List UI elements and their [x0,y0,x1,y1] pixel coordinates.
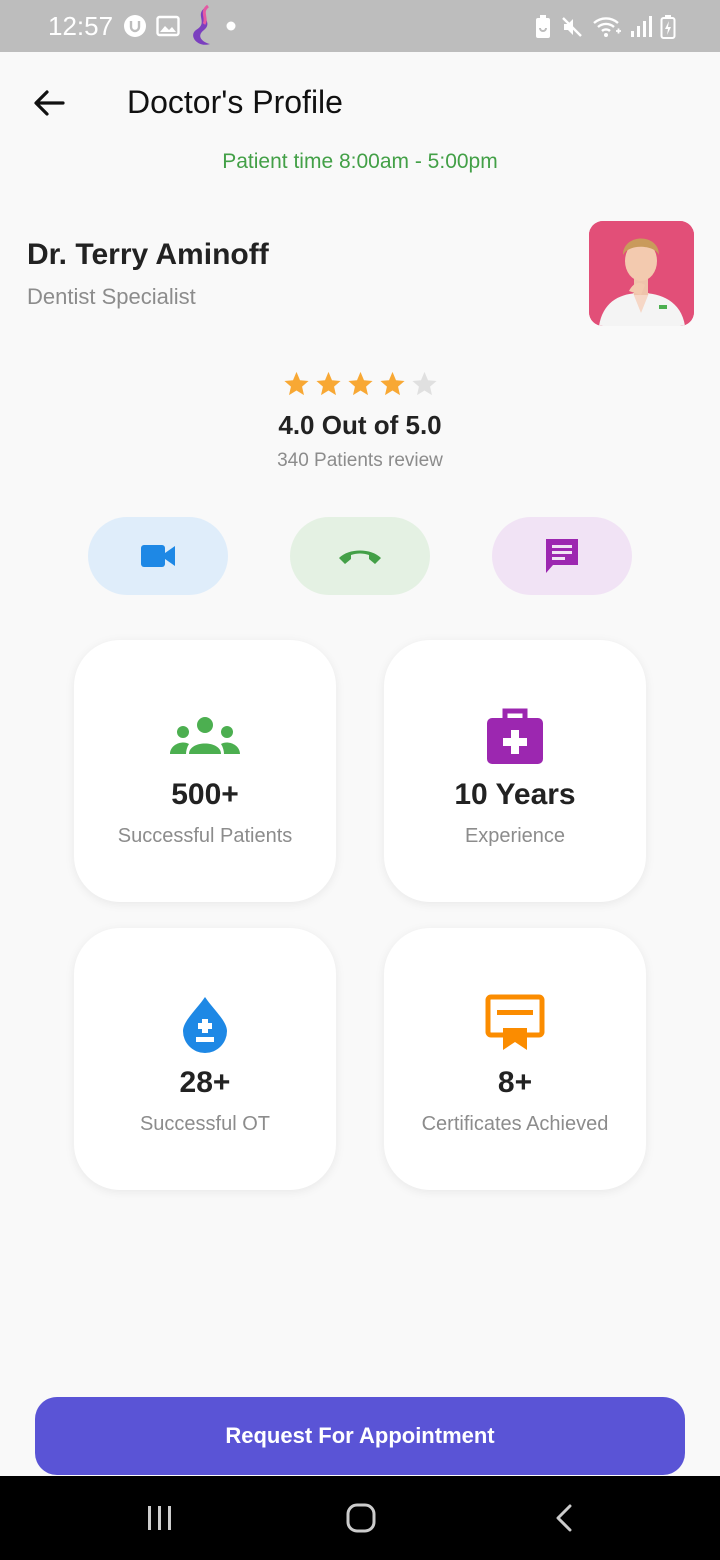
stat-label: Successful OT [139,1113,271,1135]
video-call-button[interactable] [88,517,228,595]
wifi-icon [593,17,621,37]
certificate-icon [485,994,545,1050]
review-count: 340 Patients review [277,450,443,471]
blood-drop-icon [183,997,227,1053]
patient-time: Patient time 8:00am - 5:00pm [222,150,498,173]
stat-label: Experience [464,825,566,847]
app-logo-icon [193,4,210,45]
home-icon [346,1503,376,1533]
chat-button[interactable] [492,517,632,595]
stat-card-certificates: 8+ Certificates Achieved [384,928,646,1190]
battery-saver-icon [536,15,550,38]
rating-stars [282,368,439,402]
phone-icon [339,550,381,564]
notification-badge-icon [124,15,146,37]
doctor-specialty: Dentist Specialist [27,284,196,309]
status-right-icons [534,10,676,44]
chat-icon [546,539,578,573]
star-icon [378,368,407,400]
medical-bag-icon [487,708,543,764]
system-nav-bar [0,1476,720,1560]
stat-value: 28+ [179,1066,231,1099]
stat-label: Certificates Achieved [421,1113,609,1135]
rating-text: 4.0 Out of 5.0 [278,410,442,440]
home-button[interactable] [331,1494,391,1542]
status-bar: 12:57 [0,0,720,52]
gallery-icon [156,15,180,37]
back-button[interactable] [28,82,70,124]
stat-card-experience: 10 Years Experience [384,640,646,902]
recent-apps-icon [148,1506,171,1530]
star-empty-icon [410,368,439,400]
stat-label: Successful Patients [117,825,293,847]
group-icon [170,717,240,754]
arrow-left-icon [34,90,65,116]
nav-back-button[interactable] [534,1494,594,1542]
doctor-name: Dr. Terry Aminoff [27,238,269,271]
stat-value: 500+ [171,778,239,811]
video-camera-icon [141,545,175,567]
avatar [589,221,694,326]
status-left-icons [122,4,238,46]
star-icon [346,368,375,400]
battery-charging-icon [660,15,676,39]
mute-icon [562,17,582,37]
request-appointment-button[interactable]: Request For Appointment [35,1397,685,1475]
stat-card-ot: 28+ Successful OT [74,928,336,1190]
status-time: 12:57 [48,11,114,41]
page-title: Doctor's Profile [127,84,343,120]
signal-icon [631,16,652,37]
stat-value: 8+ [497,1066,533,1099]
phone-call-button[interactable] [290,517,430,595]
stat-value: 10 Years [454,778,576,811]
star-icon [282,368,311,400]
dot-icon [226,21,236,31]
chevron-left-icon [556,1504,572,1532]
stat-card-patients: 500+ Successful Patients [74,640,336,902]
star-icon [314,368,343,400]
recent-apps-button[interactable] [130,1494,190,1542]
